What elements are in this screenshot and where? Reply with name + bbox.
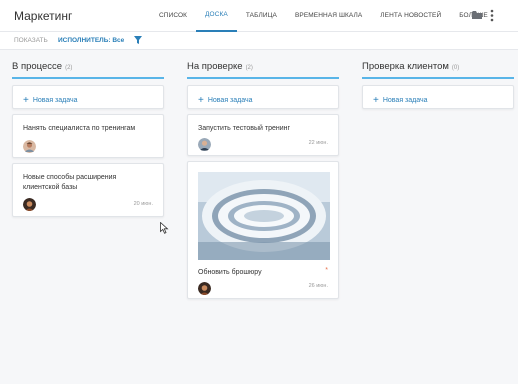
filter-show-label: ПОКАЗАТЬ [14, 37, 48, 44]
folder-icon[interactable] [472, 11, 482, 19]
new-task-button[interactable]: + Новая задача [362, 85, 514, 109]
column-title: Проверка клиентом [362, 61, 449, 72]
new-task-label: Новая задача [382, 97, 428, 104]
new-task-button[interactable]: + Новая задача [187, 85, 339, 109]
tab-timeline[interactable]: ВРЕМЕННАЯ ШКАЛА [286, 0, 371, 32]
plus-icon: + [23, 95, 29, 106]
new-task-button[interactable]: + Новая задача [12, 85, 164, 109]
column-client-review: Проверка клиентом (0) + Новая задача [362, 61, 514, 109]
avatar [23, 198, 36, 211]
column-title: На проверке [187, 61, 243, 72]
plus-icon: + [373, 95, 379, 106]
avatar [198, 282, 211, 295]
tab-board[interactable]: ДОСКА [196, 0, 237, 32]
new-task-label: Новая задача [207, 97, 253, 104]
view-tabs: СПИСОК ДОСКА ТАБЛИЦА ВРЕМЕННАЯ ШКАЛА ЛЕН… [150, 0, 497, 32]
task-card[interactable]: Нанять специалиста по тренингам [12, 114, 164, 158]
task-due-date: 22 июн. [308, 140, 328, 146]
column-count: (2) [245, 65, 253, 71]
project-title: Маркетинг [14, 9, 73, 23]
filter-icon[interactable] [134, 36, 142, 44]
tab-table[interactable]: ТАБЛИЦА [237, 0, 286, 32]
task-card[interactable]: Запустить тестовый тренинг 22 июн. [187, 114, 339, 156]
mouse-cursor-icon [160, 222, 169, 234]
task-title: Запустить тестовый тренинг [198, 125, 291, 132]
column-in-progress: В процессе (2) + Новая задача Нанять специ… [12, 61, 164, 217]
plus-icon: + [198, 95, 204, 106]
task-card[interactable]: Обновить брошюру * 26 июн. [187, 161, 339, 299]
column-title: В процессе [12, 61, 63, 72]
tab-news-feed[interactable]: ЛЕНТА НОВОСТЕЙ [371, 0, 450, 32]
avatar [198, 138, 211, 151]
new-task-label: Новая задача [32, 97, 78, 104]
avatar [23, 140, 36, 153]
brochure-image [198, 172, 330, 260]
column-count: (2) [65, 65, 73, 71]
task-due-date: 20 июн. [133, 201, 153, 207]
filter-bar: ПОКАЗАТЬ ИСПОЛНИТЕЛЬ: Все [0, 32, 518, 50]
task-title: Новые способы расширения клиентской базы [23, 174, 117, 191]
task-due-date: 26 июн. [308, 283, 328, 289]
column-count: (0) [451, 65, 460, 71]
priority-marker: * [325, 267, 328, 274]
tab-list[interactable]: СПИСОК [150, 0, 196, 32]
task-title: Обновить брошюру [198, 269, 262, 276]
assignee-filter[interactable]: ИСПОЛНИТЕЛЬ: Все [58, 37, 124, 44]
task-title: Нанять специалиста по тренингам [23, 125, 136, 132]
column-in-review: На проверке (2) + Новая задача Запустить т… [187, 61, 339, 299]
top-bar: Маркетинг СПИСОК ДОСКА ТАБЛИЦА ВРЕМЕННАЯ… [0, 0, 518, 32]
column-header: На проверке (2) [187, 61, 339, 79]
task-card[interactable]: Новые способы расширения клиентской базы… [12, 163, 164, 217]
column-header: В процессе (2) [12, 61, 164, 79]
more-vertical-icon[interactable] [490, 9, 494, 22]
column-header: Проверка клиентом (0) [362, 61, 514, 79]
